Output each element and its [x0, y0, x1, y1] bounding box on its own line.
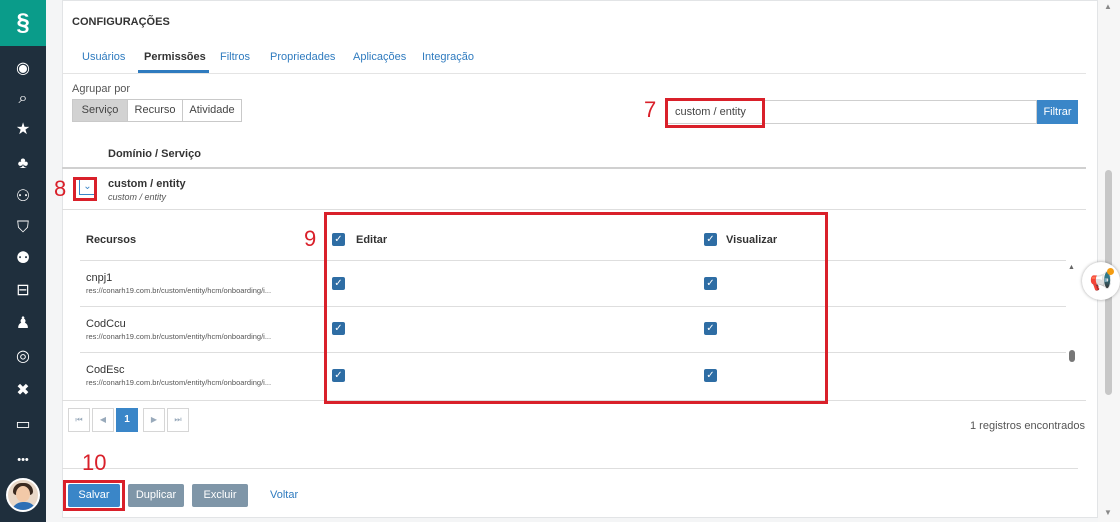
tab-integracao[interactable]: Integração [422, 51, 474, 63]
page-scrollbar[interactable]: ▲ ▼ [1098, 0, 1120, 522]
pager-next-icon[interactable]: ▶ [143, 408, 165, 432]
pager-prev-icon[interactable]: ◀ [92, 408, 114, 432]
annotation-box-permissions [324, 212, 828, 404]
annotation-box-filter [665, 98, 765, 128]
tab-propriedades[interactable]: Propriedades [270, 51, 335, 63]
avatar[interactable] [6, 478, 40, 512]
app-logo[interactable]: § [0, 0, 46, 46]
footer-divider [62, 468, 1078, 469]
back-link[interactable]: Voltar [270, 489, 298, 501]
table-scrollbar[interactable] [1068, 262, 1076, 397]
table-scroll-up-icon[interactable]: ▲ [1068, 264, 1075, 271]
briefcase-icon[interactable]: ⊟ [0, 280, 46, 302]
more-icon[interactable]: ••• [0, 449, 46, 471]
shield-icon[interactable]: ⛉ [0, 217, 46, 239]
person-desk-icon[interactable]: ♟ [0, 313, 46, 335]
group-subtitle: custom / entity [108, 192, 167, 202]
resource-row-path: res://conarh19.com.br/custom/entity/hcm/… [86, 286, 272, 295]
annotation-label-8: 8 [54, 176, 67, 201]
group-by-servico[interactable]: Serviço [72, 99, 128, 122]
scroll-down-icon[interactable]: ▼ [1104, 508, 1112, 517]
records-count: 1 registros encontrados [970, 420, 1085, 432]
monitor-icon[interactable]: ▭ [0, 414, 46, 436]
scroll-up-icon[interactable]: ▲ [1104, 2, 1112, 11]
tab-usuarios[interactable]: Usuários [82, 51, 125, 63]
header-divider [62, 167, 1086, 169]
tab-filtros[interactable]: Filtros [220, 51, 250, 63]
filter-button[interactable]: Filtrar [1037, 100, 1078, 124]
duplicate-button[interactable]: Duplicar [128, 484, 184, 507]
x-icon[interactable]: ✖ [0, 380, 46, 402]
annotation-box-expand [73, 177, 97, 201]
delete-button[interactable]: Excluir [192, 484, 248, 507]
pager-first-icon[interactable]: ⏮ [68, 408, 90, 432]
active-tab-indicator [138, 70, 209, 73]
pager-last-icon[interactable]: ⏭ [167, 408, 189, 432]
resource-row-path: res://conarh19.com.br/custom/entity/hcm/… [86, 332, 272, 341]
group-by-recurso[interactable]: Recurso [127, 99, 183, 122]
table-scrollbar-thumb[interactable] [1069, 350, 1075, 362]
resource-row-name: CodCcu [86, 318, 126, 330]
resource-row-path: res://conarh19.com.br/custom/entity/hcm/… [86, 378, 272, 387]
tab-permissoes[interactable]: Permissões [144, 51, 206, 63]
megaphone-icon[interactable]: 📢 [1082, 262, 1120, 300]
star-icon[interactable]: ★ [0, 119, 46, 141]
group-by-label: Agrupar por [72, 83, 131, 95]
resources-header: Recursos [86, 234, 137, 246]
user-circle-icon[interactable]: ◉ [0, 58, 46, 80]
group-name: custom / entity [108, 178, 186, 190]
resource-row-name: CodEsc [86, 364, 125, 376]
resource-row-name: cnpj1 [86, 272, 113, 284]
group-by-atividade[interactable]: Atividade [182, 99, 242, 122]
tabs-divider [62, 73, 1086, 74]
people-icon[interactable]: ⚇ [0, 186, 46, 208]
pager-current-page[interactable]: 1 [116, 408, 138, 432]
page-title: CONFIGURAÇÕES [72, 16, 170, 28]
group-icon[interactable]: ⚉ [0, 248, 46, 270]
annotation-label-10: 10 [82, 450, 107, 475]
annotation-label-7: 7 [644, 97, 657, 122]
target-icon[interactable]: ◎ [0, 346, 46, 368]
annotation-box-save [63, 480, 125, 511]
annotation-label-9: 9 [304, 226, 317, 251]
tab-aplicacoes[interactable]: Aplicações [353, 51, 406, 63]
group-divider [62, 209, 1086, 210]
sidebar: § ◉ ⌕ ★ ♣ ⚇ ⛉ ⚉ ⊟ ♟ ◎ ✖ ▭ ••• [0, 0, 46, 522]
notification-dot [1107, 268, 1114, 275]
org-chart-icon[interactable]: ♣ [0, 153, 46, 175]
search-icon[interactable]: ⌕ [0, 88, 46, 110]
domain-service-header: Domínio / Serviço [108, 148, 201, 160]
